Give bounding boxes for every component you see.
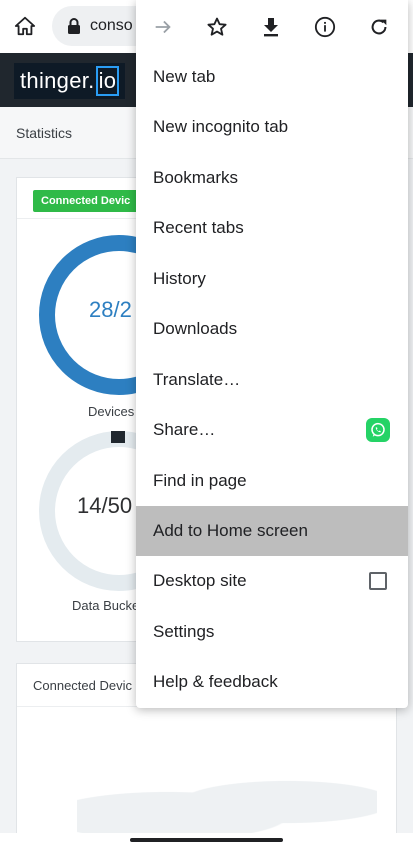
menu-item-label: Desktop site: [153, 571, 247, 590]
menu-item-share[interactable]: Share…: [136, 405, 408, 455]
url-text: conso: [90, 17, 133, 34]
buckets-gauge-label: Data Bucke: [72, 598, 140, 613]
logo-text: thinger.: [20, 68, 95, 93]
menu-item-bookmarks[interactable]: Bookmarks: [136, 153, 408, 203]
breadcrumb[interactable]: Statistics: [16, 125, 72, 141]
page-info-button[interactable]: [310, 12, 340, 42]
menu-item-help-feedback[interactable]: Help & feedback: [136, 657, 408, 707]
devices-gauge-label: Devices: [88, 404, 135, 419]
menu-item-new-incognito-tab[interactable]: New incognito tab: [136, 102, 408, 152]
menu-item-new-tab[interactable]: New tab: [136, 52, 408, 102]
menu-item-label: Recent tabs: [153, 218, 244, 237]
connected-devices-badge: Connected Devic: [33, 190, 139, 212]
menu-toolbar: [136, 0, 408, 53]
bookmark-button[interactable]: [202, 12, 232, 42]
browser-overflow-menu: New tab New incognito tab Bookmarks Rece…: [136, 0, 408, 708]
thinger-logo[interactable]: thinger. io: [14, 63, 126, 99]
download-button[interactable]: [256, 12, 286, 42]
info-icon: [314, 16, 336, 38]
lock-icon: [66, 18, 82, 34]
forward-icon: [155, 20, 171, 34]
menu-item-add-to-home-screen[interactable]: Add to Home screen: [136, 506, 408, 556]
menu-item-label: Add to Home screen: [153, 521, 308, 540]
logo-suffix: io: [95, 66, 120, 96]
desktop-site-checkbox[interactable]: [369, 572, 387, 590]
menu-item-label: Help & feedback: [153, 672, 278, 691]
devices-gauge-value: 28/2: [89, 297, 132, 322]
buckets-gauge-marker: [111, 431, 125, 443]
menu-item-desktop-site[interactable]: Desktop site: [136, 556, 408, 606]
menu-item-recent-tabs[interactable]: Recent tabs: [136, 203, 408, 253]
menu-item-translate[interactable]: Translate…: [136, 355, 408, 405]
home-icon: [14, 16, 36, 36]
menu-item-label: New tab: [153, 67, 216, 86]
menu-item-label: Translate…: [153, 370, 241, 389]
refresh-icon: [371, 19, 387, 35]
map-card-title: Connected Devic: [33, 678, 132, 693]
menu-item-label: New incognito tab: [153, 117, 289, 136]
menu-item-history[interactable]: History: [136, 254, 408, 304]
menu-item-label: Bookmarks: [153, 168, 239, 187]
refresh-button[interactable]: [364, 12, 394, 42]
menu-item-downloads[interactable]: Downloads: [136, 304, 408, 354]
star-icon: [207, 17, 227, 36]
menu-item-label: Find in page: [153, 471, 247, 490]
whatsapp-icon[interactable]: [366, 418, 390, 442]
menu-item-label: Downloads: [153, 319, 238, 338]
menu-item-find-in-page[interactable]: Find in page: [136, 456, 408, 506]
menu-item-label: Share…: [153, 420, 216, 439]
download-icon: [264, 18, 278, 37]
forward-button[interactable]: [148, 12, 178, 42]
buckets-gauge-value: 14/50: [77, 493, 133, 518]
menu-item-label: History: [153, 269, 206, 288]
menu-item-settings[interactable]: Settings: [136, 607, 408, 657]
gesture-handle[interactable]: [130, 838, 283, 842]
system-nav-bar: [0, 833, 413, 847]
home-button[interactable]: [10, 12, 40, 40]
menu-item-label: Settings: [153, 622, 215, 641]
